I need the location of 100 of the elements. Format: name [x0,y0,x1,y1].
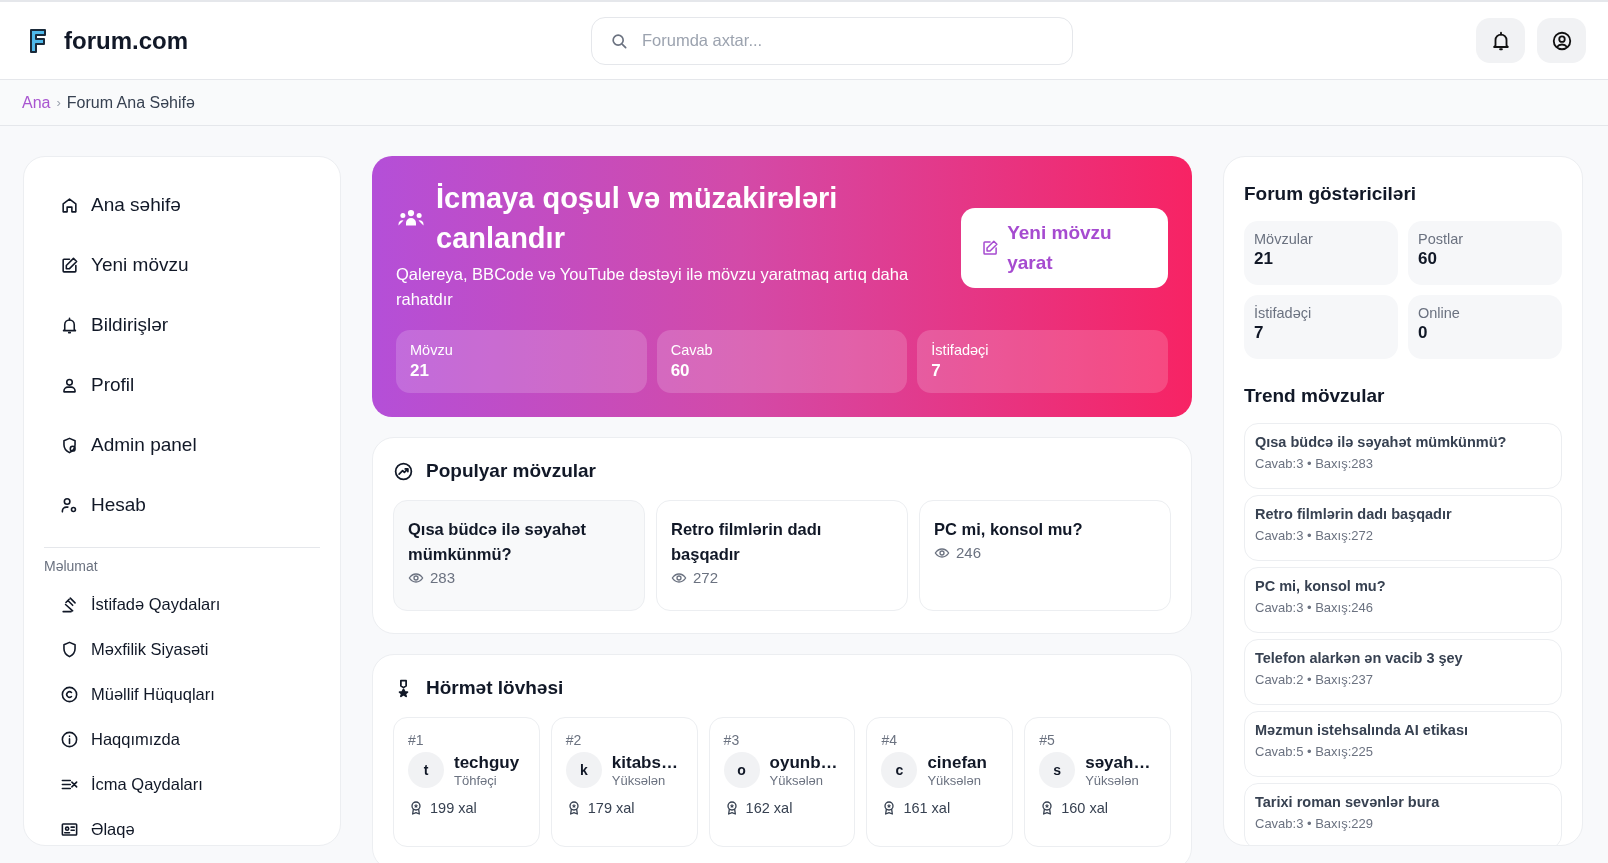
trending-topic[interactable]: PC mi, konsol mu? Cavab:3 • Baxış:246 [1244,567,1562,633]
info-icon [60,730,79,749]
sidebar-item[interactable]: Yeni mövzu [44,235,320,295]
stat-label: Online [1418,305,1461,321]
rank-label: #4 [881,732,898,748]
view-count: 283 [430,569,456,586]
topic-meta: Cavab:3 • Baxış:246 [1255,600,1374,615]
award-icon [408,800,424,816]
sidebar-item[interactable]: Profil [44,355,320,415]
topic-card[interactable]: Qısa büdcə ilə səyahət mümkünmü? 283 [393,500,645,611]
rank-label: #1 [408,732,425,748]
notifications-button[interactable] [1476,18,1525,63]
house-icon [60,195,79,215]
stat-label: Postlar [1418,231,1465,247]
sidebar-link[interactable]: Əlaqə [44,807,320,852]
breadcrumb-separator: › [56,95,61,110]
topic-title: Məzmun istehsalında AI etikası [1255,722,1469,738]
topic-meta: Cavab:5 • Baxış:225 [1255,744,1374,759]
sidebar-item[interactable]: Ana səhifə [44,175,320,235]
stat-label: İstifadəçi [931,342,990,358]
topic-card[interactable]: Retro filmlərin dadı başqadır 272 [656,500,908,611]
stat-value: 60 [670,361,691,381]
topic-card[interactable]: PC mi, konsol mu? 246 [919,500,1171,611]
user-role: Töhfəçi [454,772,498,788]
id-card-icon [60,820,79,839]
sidebar-link[interactable]: İstifadə Qaydaları [44,582,320,627]
points-label: 162 xal [745,800,793,816]
user-role: Yüksələn [611,772,667,788]
stat-label: Mövzular [1254,231,1314,247]
breadcrumb-link[interactable]: Ana [22,93,51,112]
avatar: k [565,752,602,788]
stat-value: 7 [931,361,942,381]
stat-label: İstifadəçi [1254,305,1313,321]
username[interactable]: səyah… [1085,752,1151,773]
rank-label: #3 [723,732,741,748]
user-circle-icon [1550,29,1573,52]
stat-value: 21 [410,361,430,381]
copyright-icon [60,685,79,704]
panel-heading: Forum göstəriciləri [1244,183,1418,205]
points-label: 161 xal [903,800,951,816]
topic-title: Qısa büdcə ilə səyahət mümkünmü? [1255,434,1508,450]
username[interactable]: kitabs… [611,752,678,773]
topic-title: Tarixi roman sevənlər bura [1255,794,1441,810]
bell-icon [60,315,79,335]
trending-topic[interactable]: Telefon alarkən ən vacib 3 şey Cavab:2 • Baxış:237 [1244,639,1562,705]
stat-value: 60 [1418,249,1438,269]
breadcrumb-current: Forum Ana Səhifə [66,93,195,112]
section-heading: Hörmət lövhəsi [426,677,564,699]
site-name[interactable]: forum.com [64,26,188,55]
hero-title: İcmaya qoşul və müzakirələri canlandır [436,181,839,256]
points-label: 160 xal [1061,800,1108,816]
topic-title: Qısa büdcə ilə səyahət mümkünmü? [408,519,587,565]
sidebar-item[interactable]: Bildirişlər [44,295,320,355]
avatar: c [881,752,918,788]
pencil-square-icon [60,255,79,275]
rank-label: #5 [1039,732,1056,748]
avatar: s [1039,752,1076,788]
hero-subtitle: Qalereya, BBCode və YouTube dəstəyi ilə mövzu yaratmaq artıq daha rahatdır [396,264,910,310]
sidebar-link[interactable]: İcma Qaydaları [44,762,320,807]
username[interactable]: cinefan [927,752,987,773]
topic-meta: Cavab:2 • Baxış:237 [1255,672,1374,687]
sidebar-link[interactable]: Müəllif Hüquqları [44,672,320,717]
avatar: o [723,752,760,788]
user-role: Yüksələn [1085,772,1140,788]
account-button[interactable] [1537,18,1586,63]
sidebar-link[interactable]: Məxfilik Siyasəti [44,627,320,672]
section-heading: Populyar mövzular [426,460,596,482]
trending-topic[interactable]: Məzmun istehsalında AI etikası Cavab:5 • Baxış:225 [1244,711,1562,777]
stat-label: Cavab [670,342,714,358]
stat-label: Mövzu [410,342,454,358]
section-title: Məlumat [44,558,99,574]
sidebar-item[interactable]: Admin panel [44,415,320,475]
view-count: 246 [956,544,982,561]
trending-topic[interactable]: Retro filmlərin dadı başqadır Cavab:3 • Baxış:272 [1244,495,1562,561]
rank-label: #2 [565,732,583,748]
panel-heading: Trend mövzular [1244,385,1386,407]
username[interactable]: oyunb… [769,752,838,773]
topic-meta: Cavab:3 • Baxış:272 [1255,528,1374,543]
topic-title: Retro filmlərin dadı başqadır [1255,506,1453,522]
topic-meta: Cavab:3 • Baxış:229 [1255,816,1374,831]
topic-meta: Cavab:3 • Baxış:283 [1255,456,1374,471]
topic-title: Retro filmlərin dadı başqadır [671,519,823,565]
pencil-square-icon [981,238,1000,258]
user-role: Yüksələn [769,772,825,788]
sidebar-item[interactable]: Hesab [44,475,320,535]
username[interactable]: techguy [454,752,520,773]
topic-title: Telefon alarkən ən vacib 3 şey [1255,650,1464,666]
stat-value: 7 [1254,323,1265,343]
sidebar-link[interactable]: Haqqımızda [44,717,320,762]
topic-title: PC mi, konsol mu? [1255,578,1387,594]
points-label: 199 xal [430,800,477,816]
new-topic-button[interactable]: Yeni mövzu yarat [961,208,1168,288]
stat-value: 21 [1254,249,1274,269]
user-role: Yüksələn [927,772,982,788]
avatar: t [408,752,444,788]
trend-circle-icon [393,460,414,482]
search-field[interactable]: Forumda axtar... [591,16,1073,65]
trending-topic[interactable]: Qısa büdcə ilə səyahət mümkünmü? Cavab:3 • Baxış:283 [1244,423,1562,489]
shield-icon [60,435,79,455]
shield-icon [60,640,79,659]
